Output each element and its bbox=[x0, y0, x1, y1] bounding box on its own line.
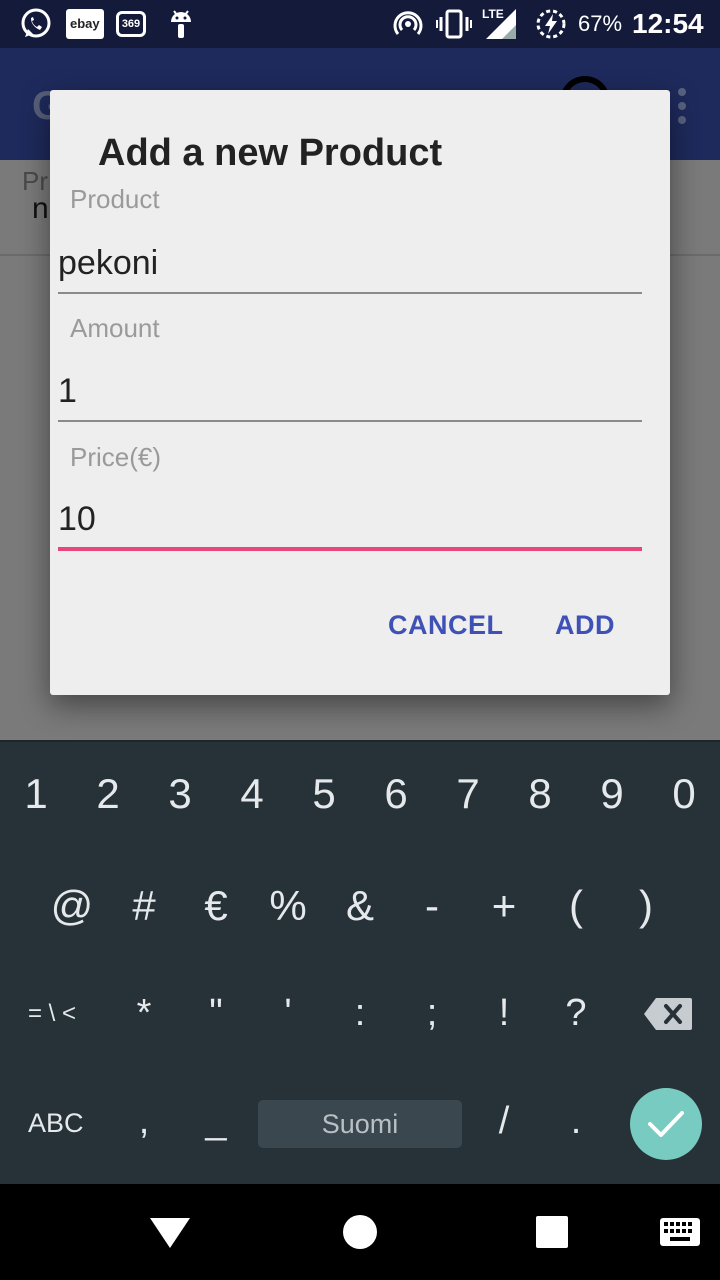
clock: 12:54 bbox=[632, 8, 704, 39]
status-bar: ebay 369 LTE 67% 12:54 bbox=[0, 0, 720, 48]
key-double-quote[interactable]: " bbox=[209, 992, 223, 1035]
product-label: Product bbox=[70, 184, 160, 214]
key-at[interactable]: @ bbox=[51, 882, 94, 930]
network-label: LTE bbox=[482, 7, 504, 21]
amount-input[interactable] bbox=[58, 362, 642, 422]
key-comma[interactable]: , bbox=[139, 1100, 150, 1143]
key-open-paren[interactable]: ( bbox=[569, 882, 583, 930]
key-9[interactable]: 9 bbox=[600, 770, 623, 818]
key-7[interactable]: 7 bbox=[456, 770, 479, 818]
backspace-icon[interactable] bbox=[644, 998, 692, 1030]
key-single-quote[interactable]: ' bbox=[284, 992, 291, 1035]
key-8[interactable]: 8 bbox=[528, 770, 551, 818]
product-input[interactable] bbox=[58, 234, 642, 294]
key-2[interactable]: 2 bbox=[96, 770, 119, 818]
key-hash[interactable]: # bbox=[132, 882, 155, 930]
key-1[interactable]: 1 bbox=[24, 770, 47, 818]
key-period[interactable]: . bbox=[571, 1100, 582, 1143]
abc-key[interactable]: ABC bbox=[28, 1108, 84, 1139]
enter-checkmark-button[interactable] bbox=[630, 1088, 702, 1160]
key-underscore[interactable]: _ bbox=[205, 1100, 226, 1143]
key-close-paren[interactable]: ) bbox=[639, 882, 653, 930]
whatsapp-icon bbox=[18, 8, 54, 40]
key-0[interactable]: 0 bbox=[672, 770, 695, 818]
key-4[interactable]: 4 bbox=[240, 770, 263, 818]
key-semicolon[interactable]: ; bbox=[427, 992, 438, 1035]
battery-percent: 67% bbox=[578, 11, 623, 36]
home-button[interactable] bbox=[330, 1184, 390, 1280]
key-asterisk[interactable]: * bbox=[137, 992, 152, 1035]
key-colon[interactable]: : bbox=[355, 992, 366, 1035]
add-button[interactable]: ADD bbox=[555, 610, 615, 641]
navigation-bar bbox=[0, 1184, 720, 1280]
key-plus[interactable]: + bbox=[492, 882, 517, 930]
price-input[interactable] bbox=[58, 491, 642, 551]
key-more-symbols[interactable]: = \ < bbox=[28, 1000, 76, 1028]
battery-saver-icon bbox=[534, 8, 568, 40]
keyboard-switch-button[interactable] bbox=[656, 1184, 704, 1280]
back-triangle-icon bbox=[150, 1218, 190, 1248]
key-6[interactable]: 6 bbox=[384, 770, 407, 818]
checkmark-icon bbox=[648, 1111, 684, 1137]
key-minus[interactable]: - bbox=[425, 882, 439, 930]
key-question[interactable]: ? bbox=[565, 992, 586, 1035]
hotspot-icon bbox=[392, 8, 424, 40]
recents-button[interactable] bbox=[522, 1184, 582, 1280]
ebay-icon: ebay bbox=[66, 8, 104, 40]
keyboard-icon bbox=[660, 1218, 700, 1246]
key-slash[interactable]: / bbox=[499, 1100, 510, 1143]
overflow-menu-icon bbox=[678, 88, 686, 124]
ebay-label: ebay bbox=[66, 9, 104, 39]
android-icon bbox=[166, 8, 196, 40]
amount-label: Amount bbox=[70, 313, 160, 343]
spacebar-language-key[interactable]: Suomi bbox=[258, 1100, 462, 1148]
add-product-dialog: Add a new Product Product Amount Price(€… bbox=[50, 90, 670, 695]
key-exclamation[interactable]: ! bbox=[499, 992, 510, 1035]
key-ampersand[interactable]: & bbox=[346, 882, 374, 930]
dialog-title: Add a new Product bbox=[98, 132, 443, 174]
keyboard: 1 2 3 4 5 6 7 8 9 0 @ # € % & - + ( ) = … bbox=[0, 740, 720, 1184]
key-percent[interactable]: % bbox=[269, 882, 306, 930]
home-circle-icon bbox=[343, 1215, 377, 1249]
cancel-button[interactable]: CANCEL bbox=[388, 610, 504, 641]
price-label: Price(€) bbox=[70, 442, 162, 472]
key-euro[interactable]: € bbox=[204, 882, 227, 930]
key-5[interactable]: 5 bbox=[312, 770, 335, 818]
369-icon: 369 bbox=[116, 8, 146, 40]
vibrate-icon bbox=[436, 8, 472, 40]
369-label: 369 bbox=[116, 11, 146, 37]
back-button[interactable] bbox=[140, 1184, 200, 1280]
key-3[interactable]: 3 bbox=[168, 770, 191, 818]
recents-square-icon bbox=[536, 1216, 568, 1248]
